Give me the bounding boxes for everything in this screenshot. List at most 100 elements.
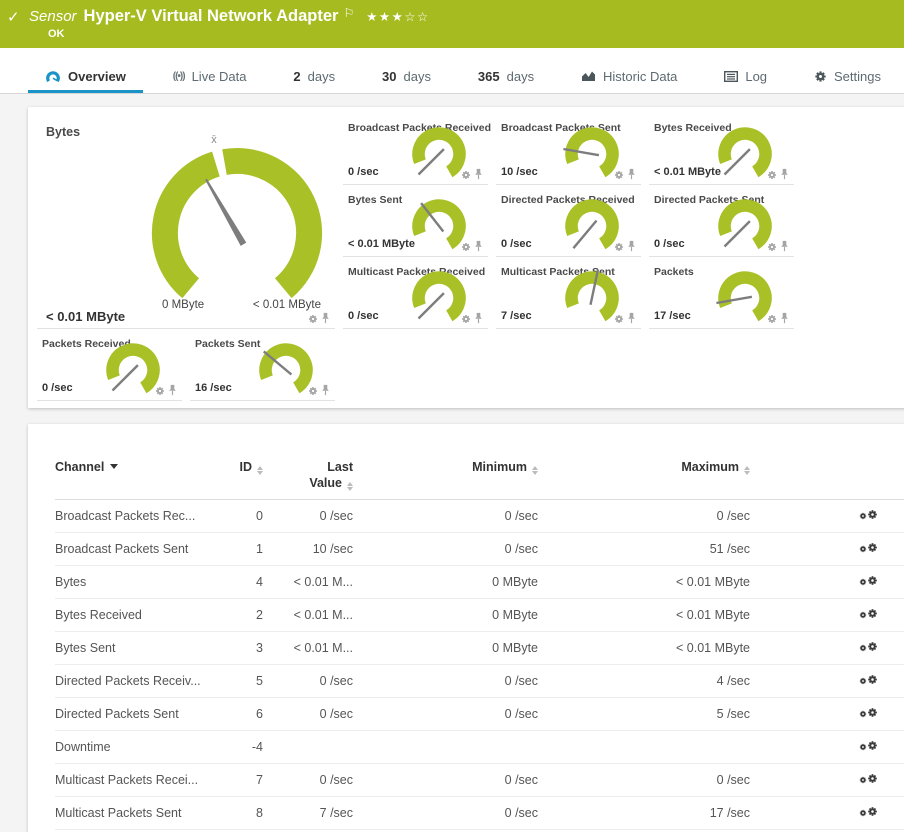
sensor-header: ✓ Sensor Hyper-V Virtual Network Adapter… [0, 0, 904, 48]
channel-settings-icon[interactable] [859, 674, 878, 688]
channel-settings-icon[interactable] [859, 806, 878, 820]
tile-pin-icon[interactable] [627, 240, 636, 252]
channel-name[interactable]: Bytes Sent [55, 641, 215, 655]
table-row: Downtime -4 [55, 731, 904, 765]
tab-log[interactable]: Log [707, 59, 784, 93]
tile-gear-icon[interactable] [461, 242, 471, 252]
channel-name[interactable]: Directed Packets Receiv... [55, 674, 215, 688]
tile-pin-icon[interactable] [321, 312, 330, 324]
tile-pin-icon[interactable] [474, 168, 483, 180]
channel-minimum: 0 /sec [504, 707, 538, 722]
tile-gear-icon[interactable] [614, 314, 624, 324]
channel-id: 6 [256, 707, 263, 722]
tile-pin-icon[interactable] [474, 240, 483, 252]
chart-icon [581, 70, 596, 82]
tile-gear-icon[interactable] [767, 242, 777, 252]
channel-name[interactable]: Directed Packets Sent [55, 707, 215, 721]
tile-actions [767, 312, 789, 324]
channel-maximum: 5 /sec [716, 707, 750, 722]
tab-settings[interactable]: Settings [797, 59, 898, 93]
tile-pin-icon[interactable] [780, 168, 789, 180]
tile-gear-icon[interactable] [614, 242, 624, 252]
tab-2-days[interactable]: 2 days [276, 59, 352, 93]
channel-name[interactable]: Bytes Received [55, 608, 215, 622]
channel-name[interactable]: Downtime [55, 740, 215, 754]
channel-maximum: < 0.01 MByte [676, 608, 750, 623]
tab-overview[interactable]: Overview [28, 59, 143, 93]
gauge-value: 10 /sec [501, 166, 538, 178]
tile-pin-icon[interactable] [168, 384, 177, 396]
gauges-panel: Bytes x̄ 0 MByte < 0.01 MByte < 0.01 MBy… [28, 107, 904, 408]
tile-actions [614, 312, 636, 324]
col-header-maximum[interactable]: Maximum [538, 460, 750, 475]
tile-pin-icon[interactable] [780, 312, 789, 324]
tile-gear-icon[interactable] [155, 386, 165, 396]
channel-name[interactable]: Broadcast Packets Sent [55, 542, 215, 556]
channel-settings-icon[interactable] [859, 773, 878, 787]
gauge-tile-bytes-sent: Bytes Sent < 0.01 MByte [343, 185, 488, 257]
tile-pin-icon[interactable] [321, 384, 330, 396]
tile-gear-icon[interactable] [461, 314, 471, 324]
tile-pin-icon[interactable] [627, 168, 636, 180]
tab-label: Live Data [191, 68, 247, 84]
table-header-row: Channel ID Last Value Minimum Maximum [55, 450, 904, 501]
channel-last-value: 0 /sec [319, 773, 353, 788]
col-header-id[interactable]: ID [215, 460, 263, 475]
sort-icon [347, 481, 353, 491]
live-icon: ((•)) [172, 70, 186, 82]
col-header-minimum[interactable]: Minimum [353, 460, 538, 475]
sensor-title: Hyper-V Virtual Network Adapter [83, 7, 339, 25]
channels-panel: Channel ID Last Value Minimum Maximum Br… [28, 424, 904, 832]
tile-actions [614, 168, 636, 180]
channel-last-value: 0 /sec [319, 509, 353, 524]
gauge-tile-directed-packets-sent: Directed Packets Sent 0 /sec [649, 185, 794, 257]
gauge-title: Bytes [46, 125, 81, 139]
channel-name[interactable]: Bytes [55, 575, 215, 589]
channel-minimum: 0 /sec [504, 806, 538, 821]
channel-minimum: 0 /sec [504, 542, 538, 557]
channel-minimum: 0 /sec [504, 773, 538, 788]
tab-30-days[interactable]: 30 days [365, 59, 448, 93]
gauge-tile-bytes-received: Bytes Received < 0.01 MByte [649, 113, 794, 185]
channel-name[interactable]: Multicast Packets Recei... [55, 773, 215, 787]
tile-gear-icon[interactable] [308, 314, 318, 324]
tab-historic-data[interactable]: Historic Data [564, 59, 694, 93]
tile-gear-icon[interactable] [461, 170, 471, 180]
tile-gear-icon[interactable] [767, 314, 777, 324]
channel-settings-icon[interactable] [859, 707, 878, 721]
tile-gear-icon[interactable] [614, 170, 624, 180]
col-header-last-value[interactable]: Last Value [263, 460, 353, 491]
channel-name[interactable]: Broadcast Packets Rec... [55, 509, 215, 523]
gauge-icon [45, 70, 61, 83]
channel-name[interactable]: Multicast Packets Sent [55, 806, 215, 820]
channel-minimum: 0 MByte [492, 575, 538, 590]
priority-stars[interactable]: ★★★☆☆ [366, 9, 430, 24]
channel-maximum: 4 /sec [716, 674, 750, 689]
channel-settings-icon[interactable] [859, 542, 878, 556]
average-marker-label: x̄ [211, 135, 217, 146]
channel-settings-icon[interactable] [859, 575, 878, 589]
channel-id: 5 [256, 674, 263, 689]
channel-minimum: 0 /sec [504, 509, 538, 524]
flag-icon[interactable]: ⚐ [343, 6, 354, 20]
tile-actions [614, 240, 636, 252]
channel-settings-cell [750, 773, 904, 787]
channel-settings-cell [750, 641, 904, 655]
sort-icon [744, 466, 750, 475]
tile-pin-icon[interactable] [474, 312, 483, 324]
channel-settings-icon[interactable] [859, 608, 878, 622]
tile-gear-icon[interactable] [767, 170, 777, 180]
gauge-scale-max: < 0.01 MByte [252, 299, 321, 311]
table-row: Broadcast Packets Rec... 0 0 /sec 0 /sec 0 /… [55, 500, 904, 534]
tile-pin-icon[interactable] [780, 240, 789, 252]
channel-maximum: < 0.01 MByte [676, 641, 750, 656]
col-header-channel[interactable]: Channel [55, 460, 215, 474]
tile-pin-icon[interactable] [627, 312, 636, 324]
tab-live-data[interactable]: ((•)) Live Data [156, 59, 264, 93]
channel-settings-icon[interactable] [859, 509, 878, 523]
tile-gear-icon[interactable] [308, 386, 318, 396]
tab-365-days[interactable]: 365 days [461, 59, 551, 93]
channel-settings-icon[interactable] [859, 641, 878, 655]
channel-minimum: 0 /sec [504, 674, 538, 689]
channel-settings-icon[interactable] [859, 740, 878, 754]
